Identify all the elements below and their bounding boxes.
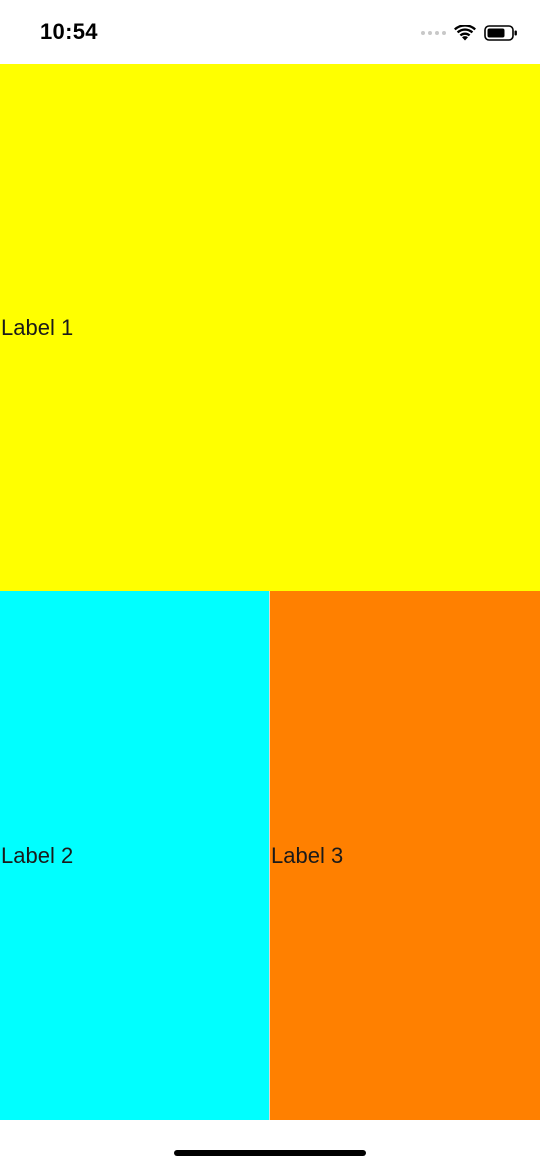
status-icons xyxy=(421,22,518,44)
label-3-panel: Label 3 xyxy=(270,591,540,1120)
home-indicator[interactable] xyxy=(174,1150,366,1156)
home-area xyxy=(0,1120,540,1169)
status-bar: 10:54 xyxy=(0,0,540,64)
status-time: 10:54 xyxy=(40,19,98,44)
label-2: Label 2 xyxy=(1,842,74,868)
label-3: Label 3 xyxy=(271,842,344,868)
battery-icon xyxy=(484,25,518,41)
label-1-panel: Label 1 xyxy=(0,64,540,591)
label-1: Label 1 xyxy=(1,314,74,340)
app-screen: 10:54 Label 1 Label 2 Label 3 xyxy=(0,0,540,1169)
wifi-icon xyxy=(454,25,476,41)
label-2-panel: Label 2 xyxy=(0,591,269,1120)
signal-dots-icon xyxy=(421,31,446,35)
